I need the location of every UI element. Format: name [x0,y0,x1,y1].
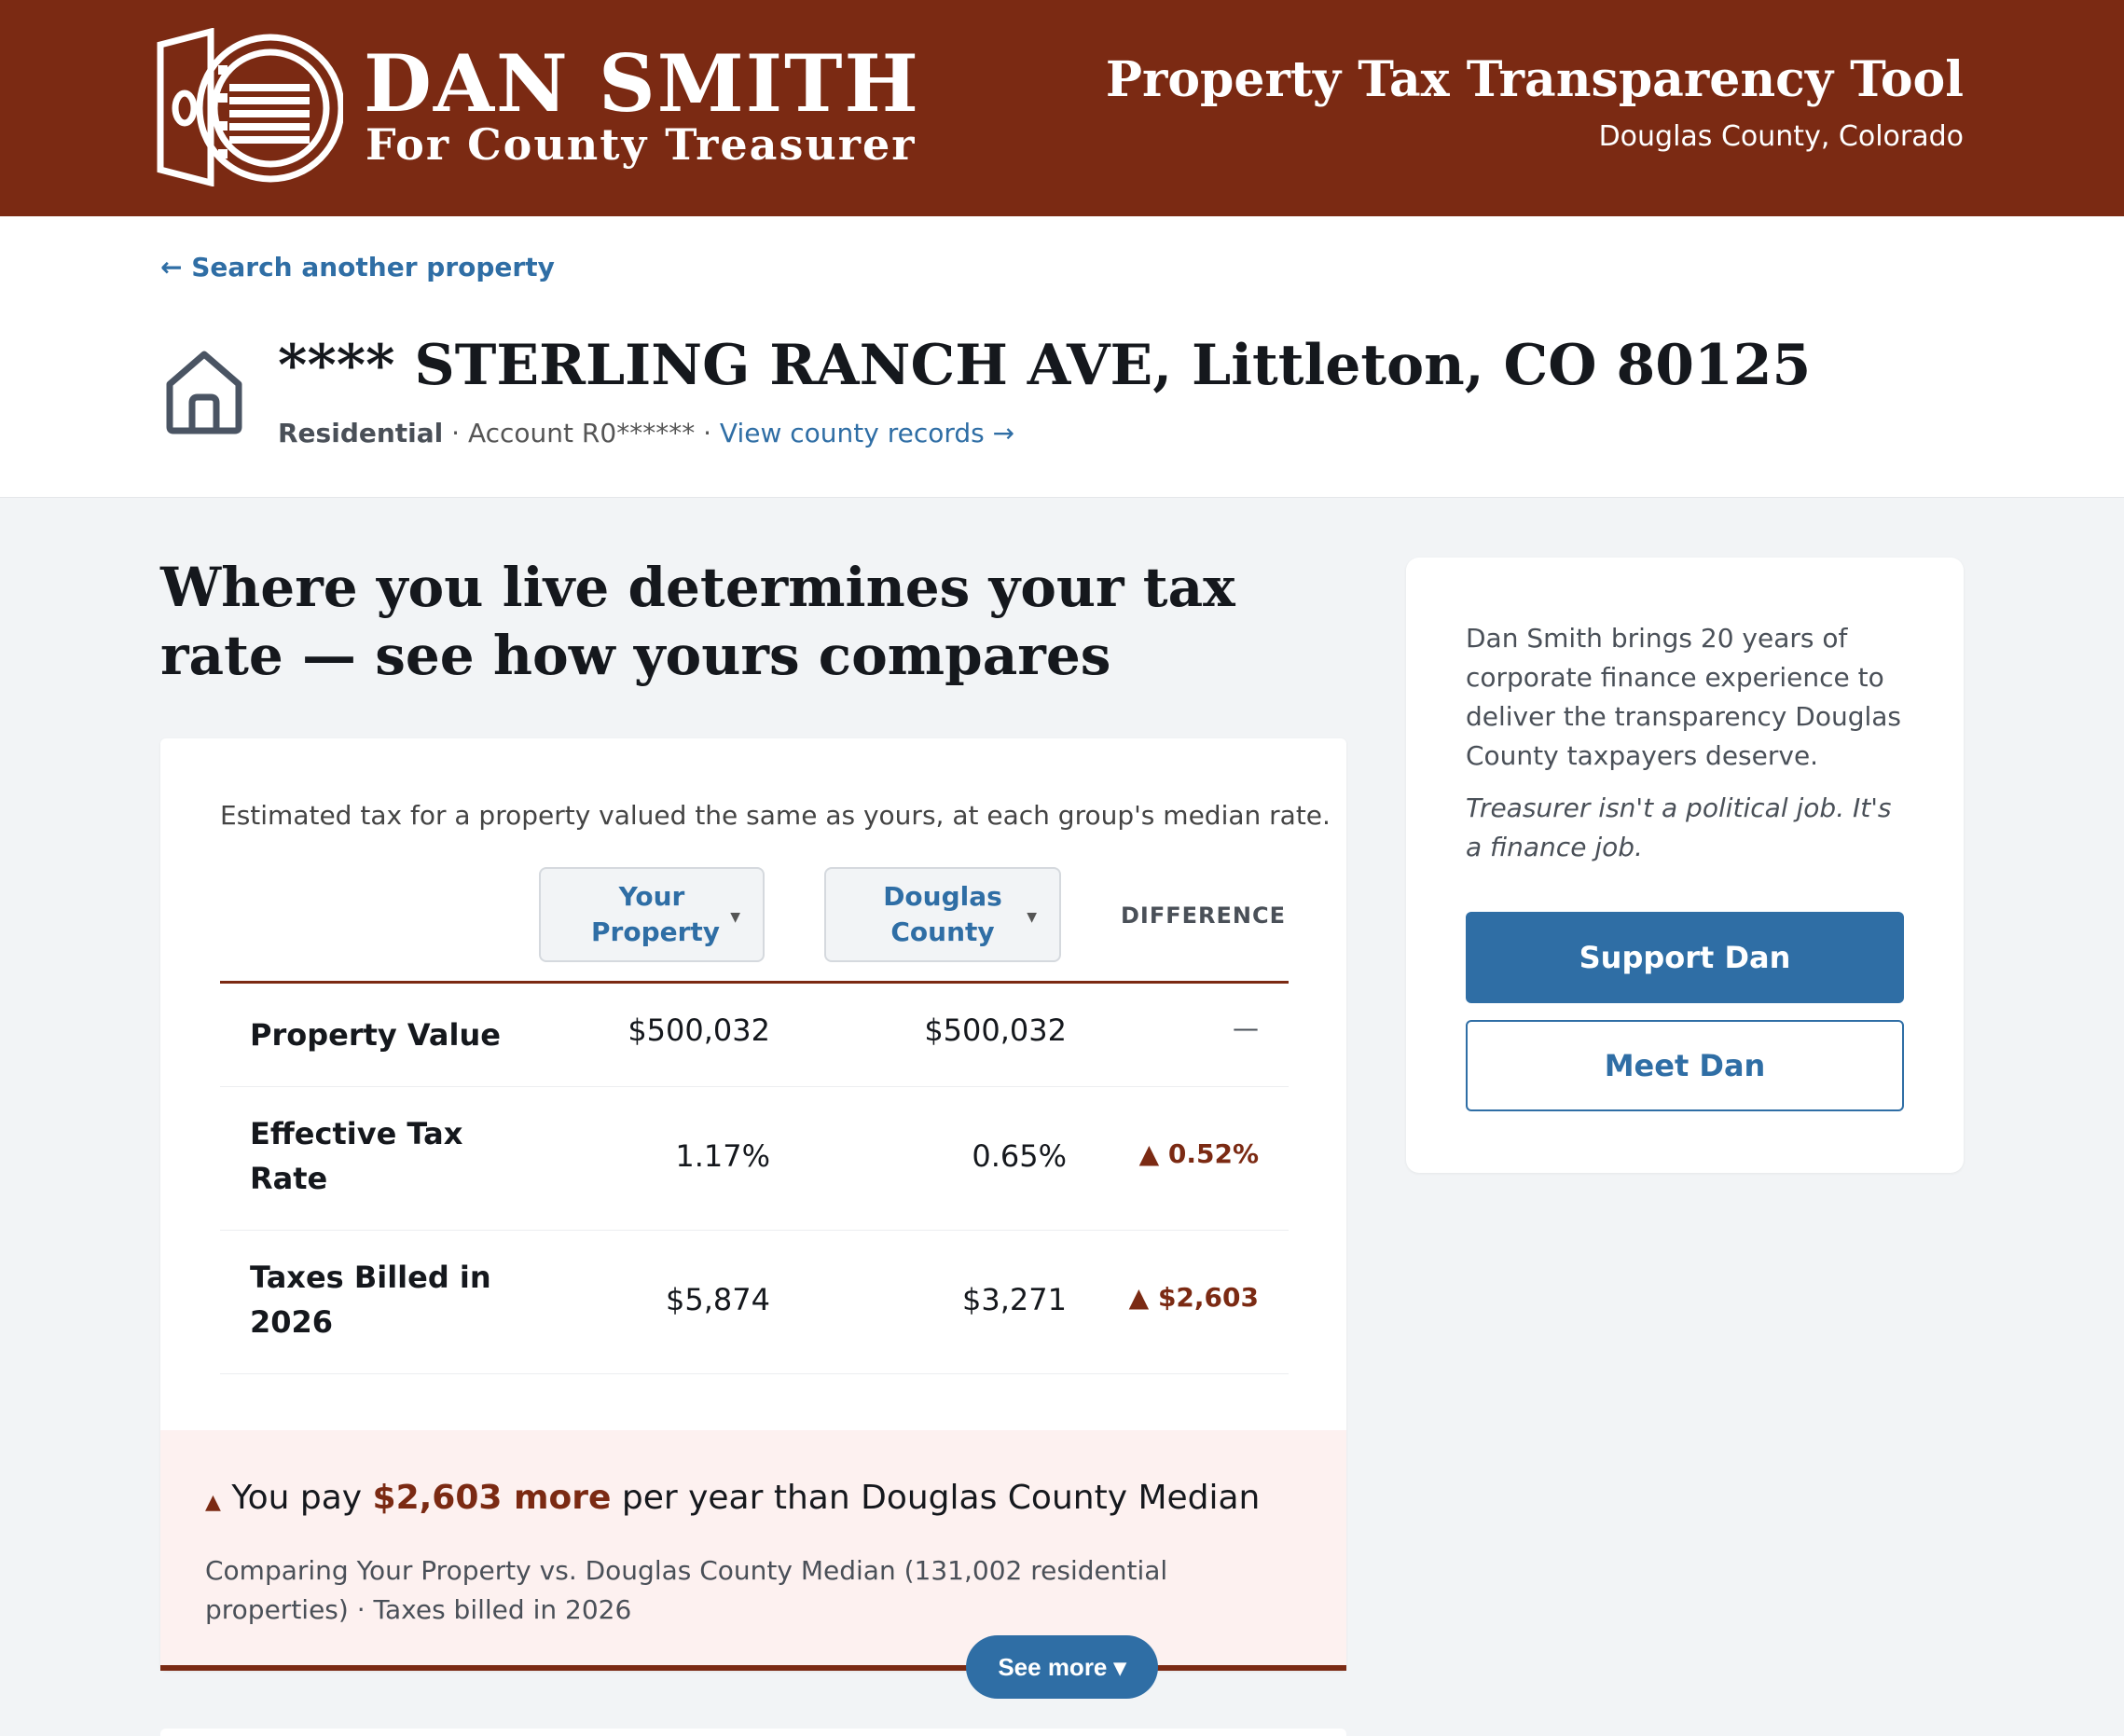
douglas-county-select[interactable]: Douglas County ▼ [824,867,1061,962]
summary-title: ▲ You pay $2,603 more per year than Doug… [205,1479,1260,1517]
tool-title: Property Tax Transparency Tool [1105,51,1964,108]
county-value: 0.65% [972,1138,1067,1174]
caret-down-icon: ▼ [730,910,740,925]
your-property-select-label: Your Property [591,881,721,947]
support-dan-button[interactable]: Support Dan [1466,912,1904,1003]
table-row-effective-tax-rate: Effective Tax Rate 1.17% 0.65% ▲ 0.52% [220,1087,1289,1231]
site-header: DAN SMITH For County Treasurer Property … [0,0,2124,216]
meta-separator: · [695,418,720,448]
difference-header: DIFFERENCE [1121,902,1287,929]
meta-separator: · [443,418,468,448]
douglas-county-select-label: Douglas County [883,881,1002,947]
comparison-card: Estimated tax for a property valued the … [160,738,1346,1699]
next-card-edge [160,1729,1346,1736]
tool-subtitle: Douglas County, Colorado [1598,120,1964,153]
candidate-card: Dan Smith brings 20 years of corporate f… [1406,558,1964,1173]
search-another-property-link[interactable]: ← Search another property [160,252,555,282]
difference-value: ▲ 0.52% [1138,1138,1259,1169]
your-value: $5,874 [666,1282,770,1317]
caret-down-icon: ▼ [1027,910,1037,925]
your-value: $500,032 [628,1013,770,1048]
county-value: $500,032 [924,1013,1067,1048]
your-property-select[interactable]: Your Property ▼ [539,867,765,962]
meet-dan-button[interactable]: Meet Dan [1466,1020,1904,1111]
county-value: $3,271 [962,1282,1067,1317]
candidate-quote: Treasurer isn't a political job. It's a … [1466,792,1892,862]
brand-name: DAN SMITH [364,37,920,130]
summary-description: Comparing Your Property vs. Douglas Coun… [205,1555,1168,1625]
table-header-rule [220,981,1289,984]
summary-prefix: You pay [220,1479,373,1517]
brand-subtitle: For County Treasurer [365,119,917,170]
row-label: Effective Tax Rate [250,1116,463,1196]
see-more-button[interactable]: See more ▾ [966,1635,1158,1699]
summary-suffix: per year than Douglas County Median [611,1479,1261,1517]
property-type: Residential [278,418,444,448]
difference-value: — [1233,1013,1259,1043]
triangle-up-icon: ▲ [205,1491,221,1514]
row-label: Property Value [250,1017,501,1053]
comparison-intro: Estimated tax for a property valued the … [220,800,1331,831]
property-header: ← Search another property **** STERLING … [0,216,2124,498]
property-address: **** STERLING RANCH AVE, Littleton, CO 8… [278,333,1812,398]
house-icon [166,351,242,434]
row-label: Taxes Billed in 2026 [250,1260,491,1340]
property-meta: Residential · Account R0****** · View co… [278,418,1014,448]
difference-value: ▲ $2,603 [1128,1282,1259,1313]
summary-amount: $2,603 more [372,1479,612,1517]
candidate-bio: Dan Smith brings 20 years of corporate f… [1466,623,1902,771]
vault-logo-icon [157,28,343,186]
view-county-records-link[interactable]: View county records → [720,418,1014,448]
comparison-heading: Where you live determines your tax rate … [160,556,1235,687]
table-row-taxes-billed: Taxes Billed in 2026 $5,874 $3,271 ▲ $2,… [220,1231,1289,1374]
account-number: Account R0****** [467,418,696,448]
your-value: 1.17% [675,1138,770,1174]
summary-callout: ▲ You pay $2,603 more per year than Doug… [160,1430,1346,1671]
table-row-property-value: Property Value $500,032 $500,032 — [220,985,1289,1087]
